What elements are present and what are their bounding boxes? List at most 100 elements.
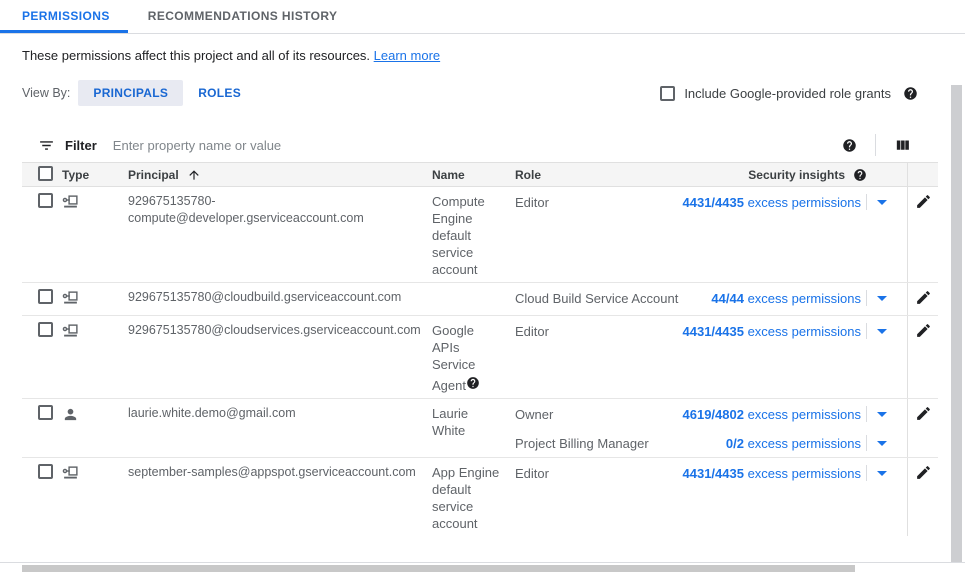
row-checkbox[interactable] [38,289,53,304]
edit-cell [907,458,938,536]
roles-cell: Editor 4431/4435 excess permissions [508,187,907,282]
vertical-scrollbar[interactable] [951,85,962,562]
principal-name-text: Laurie White [432,406,468,438]
edit-principal-button[interactable] [915,193,932,211]
edit-principal-button[interactable] [915,464,932,482]
row-type-cell [62,316,128,398]
insights-label: excess permissions [744,195,861,210]
table-row: laurie.white.demo@gmail.comLaurie White O… [22,399,938,458]
insights-dropdown[interactable] [866,465,907,481]
caret-down-icon [877,296,887,301]
role-name: Editor [508,195,678,210]
insights-count: 0/2 [726,436,744,451]
table-header: Type Principal Name Role Security insigh… [22,162,938,187]
principal-name-text: Compute Engine default service account [432,194,485,277]
excess-permissions-link[interactable]: 4431/4435 excess permissions [683,324,862,339]
column-header-security-insights[interactable]: Security insights [748,168,845,182]
principal-name: App Engine default service account [432,458,508,536]
caret-down-icon [877,200,887,205]
filter-input[interactable] [113,138,842,153]
principal-name: Laurie White [432,399,508,457]
filter-label[interactable]: Filter [65,138,97,153]
help-icon[interactable] [842,138,857,153]
permissions-description: These permissions affect this project an… [22,48,965,63]
role-row: Owner 4619/4802 excess permissions [508,404,907,424]
divider [866,290,867,306]
horizontal-scrollbar[interactable] [22,565,855,572]
view-by-row: View By: PRINCIPALS ROLES Include Google… [0,80,965,106]
edit-cell [907,187,938,282]
column-header-role[interactable]: Role [508,168,541,182]
insights-dropdown[interactable] [866,435,907,451]
insights-dropdown[interactable] [866,406,907,422]
row-checkbox[interactable] [38,193,53,208]
tab-permissions[interactable]: PERMISSIONS [0,0,128,33]
insights-dropdown[interactable] [866,323,907,339]
service-account-icon [62,465,79,482]
role-name: Editor [508,324,678,339]
excess-permissions-link[interactable]: 4619/4802 excess permissions [683,407,862,422]
row-checkbox[interactable] [38,464,53,479]
insights-dropdown[interactable] [866,290,907,306]
principal-name-text: App Engine default service account [432,465,499,531]
column-header-principal[interactable]: Principal [128,168,432,182]
role-name: Project Billing Manager [508,436,678,451]
divider [866,465,867,481]
include-google-role-grants-label: Include Google-provided role grants [684,86,891,101]
security-insights-cell: 44/44 excess permissions [678,291,866,306]
excess-permissions-link[interactable]: 0/2 excess permissions [726,436,861,451]
table-row: 929675135780@cloudbuild.gserviceaccount.… [22,283,938,316]
excess-permissions-link[interactable]: 4431/4435 excess permissions [683,466,862,481]
column-display-icon[interactable] [894,137,911,154]
principal-email: 929675135780@cloudbuild.gserviceaccount.… [128,283,432,315]
edit-principal-button[interactable] [915,405,932,423]
sort-ascending-icon [187,168,201,182]
view-by-roles-button[interactable]: ROLES [183,80,256,106]
roles-cell: Cloud Build Service Account44/44 excess … [508,283,907,315]
row-checkbox-cell [22,399,62,457]
tab-recommendations-history[interactable]: RECOMMENDATIONS HISTORY [128,0,358,33]
caret-down-icon [877,441,887,446]
divider [0,562,965,563]
insights-label: excess permissions [744,436,861,451]
divider [866,194,867,210]
learn-more-link[interactable]: Learn more [374,48,440,63]
roles-cell: Editor4431/4435 excess permissions [508,458,907,536]
filter-list-icon[interactable] [38,137,55,154]
security-insights-cell: 4431/4435 excess permissions [678,466,866,481]
insights-label: excess permissions [744,466,861,481]
column-header-name[interactable]: Name [432,168,508,182]
insights-dropdown[interactable] [866,194,907,210]
edit-cell [907,316,938,398]
row-checkbox-cell [22,458,62,536]
edit-cell [907,283,938,315]
permissions-table-card: Filter Type Principal Name Role Security… [22,128,938,536]
role-row: Editor 4431/4435 excess permissions [508,192,907,212]
role-row: Editor 4431/4435 excess permissions [508,321,907,341]
help-icon[interactable] [853,168,867,182]
table-row: 929675135780-compute@developer.gservicea… [22,187,938,283]
select-all-checkbox[interactable] [38,166,53,181]
insights-label: excess permissions [744,324,861,339]
row-checkbox[interactable] [38,405,53,420]
row-checkbox[interactable] [38,322,53,337]
excess-permissions-link[interactable]: 44/44 excess permissions [711,291,861,306]
view-by-label: View By: [22,86,70,100]
divider [866,323,867,339]
excess-permissions-link[interactable]: 4431/4435 excess permissions [683,195,862,210]
help-icon[interactable] [903,86,918,101]
principal-email: 929675135780-compute@developer.gservicea… [128,187,432,282]
row-type-cell [62,187,128,282]
roles-cell: Editor 4431/4435 excess permissions [508,316,907,398]
principal-email: laurie.white.demo@gmail.com [128,399,432,457]
principal-name [432,283,508,315]
edit-principal-button[interactable] [915,322,932,340]
role-name: Owner [508,407,678,422]
help-icon[interactable] [466,376,480,390]
insights-label: excess permissions [744,407,861,422]
edit-principal-button[interactable] [915,289,932,307]
column-header-type[interactable]: Type [62,168,128,182]
security-insights-cell: 0/2 excess permissions [678,436,866,451]
include-google-role-grants-checkbox[interactable] [660,86,675,101]
view-by-principals-button[interactable]: PRINCIPALS [78,80,183,106]
